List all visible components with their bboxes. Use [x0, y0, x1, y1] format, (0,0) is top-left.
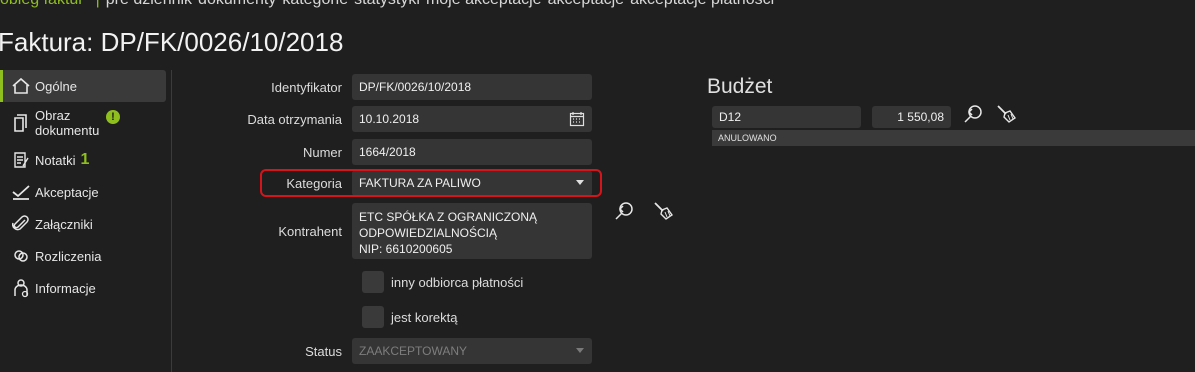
- sidebar-item-label: Akceptacje: [35, 184, 99, 200]
- nav-kategorie[interactable]: kategorie: [282, 0, 348, 8]
- search-back-icon[interactable]: [613, 201, 633, 221]
- row-data-otrzymania: Data otrzymania 10.10.2018: [180, 106, 592, 132]
- nav-akceptacje-platnosci[interactable]: akceptacje płatności: [630, 0, 774, 8]
- settlement-icon: [10, 246, 32, 266]
- chevron-down-icon: [576, 348, 584, 353]
- budget-amount-field[interactable]: 1 550,08: [872, 106, 951, 128]
- document-icon: [10, 113, 32, 133]
- nav-moje-akceptacje[interactable]: moje akceptacje: [426, 0, 542, 8]
- nav-dokumenty[interactable]: dokumenty: [198, 0, 276, 8]
- sidebar-divider: [171, 70, 172, 372]
- kontrahent-line-3: NIP: 6610200605: [359, 242, 453, 256]
- kontrahent-label: Kontrahent: [278, 223, 342, 239]
- clear-broom-icon[interactable]: [995, 104, 1016, 124]
- home-icon: [10, 76, 32, 96]
- kontrahent-line-2: ODPOWIEDZIALNOŚCIĄ: [359, 226, 498, 240]
- inny-odbiorca-label: inny odbiorca płatności: [391, 274, 524, 290]
- sidebar-item-informacje[interactable]: Informacje: [0, 272, 170, 304]
- sidebar-item-label: Rozliczenia: [35, 248, 102, 264]
- sidebar-item-rozliczenia[interactable]: Rozliczenia: [0, 240, 170, 272]
- nav-akceptacje[interactable]: akceptacje: [548, 0, 625, 8]
- sidebar-item-label: Obraz dokumentu: [35, 108, 107, 138]
- row-jest-korekta: jest korektą: [362, 306, 457, 328]
- row-kontrahent: Kontrahent ETC SPÓŁKA Z OGRANICZONĄ ODPO…: [180, 203, 592, 259]
- sidebar-item-ogolne[interactable]: Ogólne: [0, 70, 166, 102]
- row-numer: Numer 1664/2018: [180, 139, 592, 165]
- status-select: ZAAKCEPTOWANY: [352, 338, 592, 364]
- numer-label: Numer: [302, 144, 342, 160]
- kategoria-highlight-box: [260, 169, 602, 197]
- jest-korekta-label: jest korektą: [391, 309, 458, 325]
- data-otrzymania-label: Data otrzymania: [247, 111, 342, 127]
- row-identyfikator: Identyfikator DP/FK/0026/10/2018: [180, 74, 592, 100]
- jest-korekta-checkbox[interactable]: [362, 306, 384, 328]
- kontrahent-field[interactable]: ETC SPÓŁKA Z OGRANICZONĄ ODPOWIEDZIALNOŚ…: [352, 203, 592, 259]
- nav-statystyki[interactable]: statystyki: [354, 0, 420, 8]
- checkmark-icon: [10, 182, 32, 202]
- budget-title: Budżet: [707, 75, 773, 98]
- kontrahent-line-1: ETC SPÓŁKA Z OGRANICZONĄ: [359, 210, 538, 224]
- sidebar-item-label: Ogólne: [35, 78, 77, 94]
- info-icon: [10, 278, 32, 298]
- inny-odbiorca-checkbox[interactable]: [362, 271, 384, 293]
- page-title: Faktura: DP/FK/0026/10/2018: [0, 27, 344, 57]
- sidebar-item-label-text: Obraz dokumentu: [35, 108, 100, 138]
- nav-obieg-faktur[interactable]: obieg faktur: [0, 0, 84, 8]
- calendar-icon[interactable]: [569, 111, 585, 130]
- nav-pre-dziennik[interactable]: pre dziennik: [106, 0, 192, 8]
- notes-count-badge: 1: [80, 151, 90, 168]
- row-inny-odbiorca: inny odbiorca płatności: [362, 271, 523, 293]
- sidebar-item-akceptacje[interactable]: Akceptacje: [0, 176, 170, 208]
- top-navigation: obieg faktur | pre dziennik dokumenty katego…: [0, 0, 780, 13]
- data-otrzymania-field[interactable]: 10.10.2018: [352, 106, 592, 132]
- notes-icon: [10, 150, 32, 170]
- sidebar-item-notatki[interactable]: Notatki 1: [0, 144, 170, 176]
- nav-separator: |: [96, 0, 100, 8]
- sidebar: Ogólne Obraz dokumentu ! Notatki 1 Akcep…: [0, 70, 170, 304]
- status-value: ZAAKCEPTOWANY: [359, 344, 468, 358]
- status-label: Status: [305, 343, 342, 359]
- search-back-icon[interactable]: [962, 104, 982, 124]
- numer-field[interactable]: 1664/2018: [352, 139, 592, 165]
- clear-broom-icon[interactable]: [652, 201, 673, 221]
- sidebar-item-label: Informacje: [35, 280, 96, 296]
- paperclip-icon: [10, 214, 32, 234]
- identyfikator-field[interactable]: DP/FK/0026/10/2018: [352, 74, 592, 100]
- sidebar-item-label: Notatki: [35, 152, 76, 168]
- budget-status-badge: ANULOWANO: [712, 130, 1195, 146]
- identyfikator-label: Identyfikator: [271, 79, 342, 95]
- row-status: Status ZAAKCEPTOWANY: [180, 338, 592, 364]
- data-otrzymania-value: 10.10.2018: [359, 112, 420, 126]
- warning-badge: !: [106, 110, 120, 124]
- sidebar-item-label: Załączniki: [35, 216, 93, 232]
- sidebar-item-zalaczniki[interactable]: Załączniki: [0, 208, 170, 240]
- sidebar-item-obraz-dokumentu[interactable]: Obraz dokumentu !: [0, 102, 170, 144]
- budget-code-field[interactable]: D12: [712, 106, 861, 128]
